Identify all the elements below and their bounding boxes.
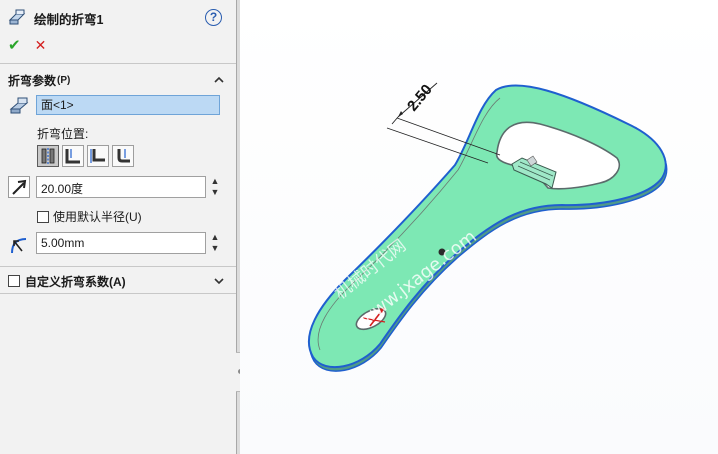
divider [0,293,236,294]
radius-spinner[interactable]: ▲ ▼ [209,232,221,254]
bend-angle-icon [8,176,30,198]
use-default-radius-row[interactable]: 使用默认半径(U) [37,208,142,225]
spin-down-icon[interactable]: ▼ [209,243,221,254]
ok-cancel-row: ✔ ✕ [8,36,47,55]
custom-bend-checkbox[interactable] [8,275,20,287]
feature-title: 绘制的折弯1 [34,12,104,27]
bend-position-label: 折弯位置: [37,127,89,141]
bend-outside-button[interactable] [112,145,134,167]
face-selection-icon [8,95,30,117]
bend-position-options [37,145,134,167]
ok-button[interactable]: ✔ [8,36,21,54]
graphics-viewport[interactable]: 2.50 机械时代网 www.jxage.com [240,0,718,454]
model-canvas[interactable]: 2.50 机械时代网 www.jxage.com [240,0,718,454]
material-inside-icon [65,149,80,164]
bend-radius-input[interactable]: 5.00mm [36,232,206,254]
divider [0,266,236,267]
chevron-down-icon[interactable] [212,274,226,288]
sketched-bend-icon [8,8,28,29]
material-outside-icon [90,149,105,163]
cancel-button[interactable]: ✕ [35,37,47,54]
bend-face-selection-box[interactable]: 面<1> [36,95,220,115]
bend-material-outside-button[interactable] [87,145,109,167]
custom-bend-header[interactable]: 自定义折弯系数(A) [8,272,228,290]
property-manager-panel: 绘制的折弯1 ? ✔ ✕ 折弯参数 (P) 面<1> 折弯位置: 20.00度 … [0,0,237,454]
use-default-radius-checkbox[interactable] [37,210,49,223]
angle-spinner[interactable]: ▲ ▼ [209,176,221,198]
use-default-radius-label: 使用默认半径(U) [53,210,142,224]
bend-params-shortcut: (P) [57,74,71,86]
bend-radius-icon [8,233,30,255]
feature-title-row: 绘制的折弯1 ? [8,8,228,28]
spin-up-icon[interactable]: ▲ [209,176,221,187]
chevron-up-icon[interactable] [212,73,226,87]
bend-params-header[interactable]: 折弯参数 (P) [8,71,228,89]
bend-angle-input[interactable]: 20.00度 [36,176,206,198]
help-icon[interactable]: ? [205,9,222,26]
spin-down-icon[interactable]: ▼ [209,187,221,198]
dimension-label[interactable]: 2.50 [404,81,436,114]
bend-centerline-icon [41,148,55,164]
bend-material-inside-button[interactable] [62,145,84,167]
bend-centerline-button[interactable] [37,145,59,167]
spin-up-icon[interactable]: ▲ [209,232,221,243]
divider [0,63,236,64]
bend-outside-icon [117,149,130,163]
bend-params-title: 折弯参数 [8,73,57,88]
custom-bend-title: 自定义折弯系数(A) [25,274,126,289]
